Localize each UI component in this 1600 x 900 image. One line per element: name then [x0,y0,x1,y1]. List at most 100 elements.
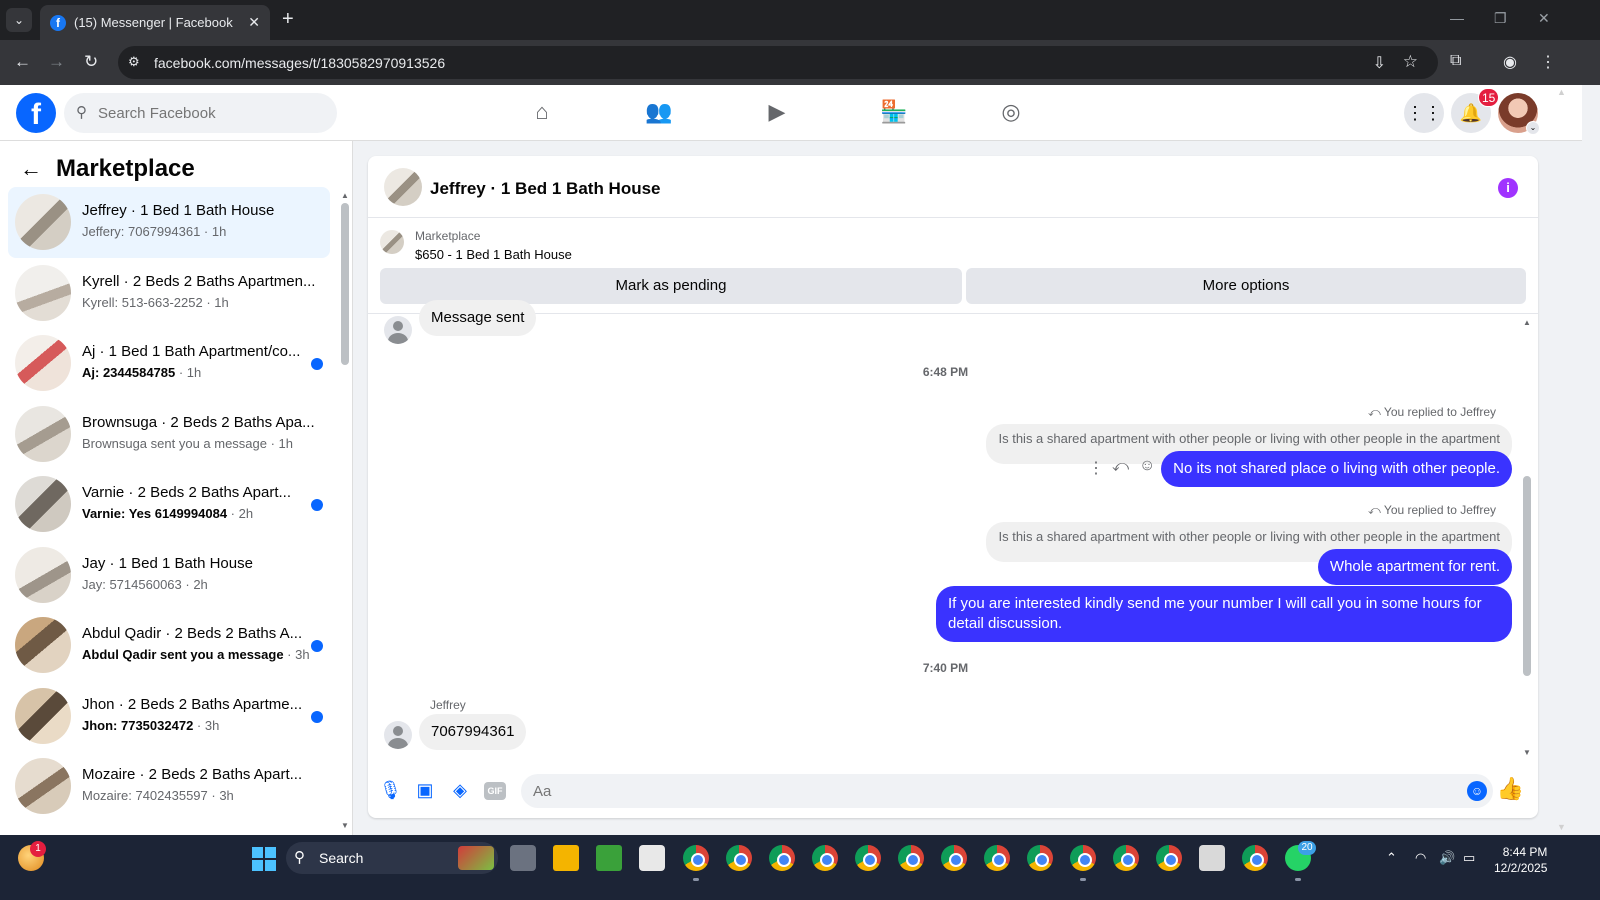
photo-attach-icon[interactable]: ▣ [414,780,436,802]
home-icon[interactable]: ⌂ [527,99,557,127]
message-bubble-incoming[interactable]: 7067994361 [419,714,527,750]
back-icon[interactable]: ← [14,52,31,72]
message-input-box[interactable]: ☺ [521,774,1493,808]
bookmark-star-icon[interactable]: ☆ [1403,52,1418,72]
start-button[interactable] [252,847,276,871]
chrome-icon[interactable] [769,845,795,871]
gif-icon[interactable]: GIF [484,782,506,800]
groups-icon[interactable]: ◎ [996,99,1026,127]
scroll-up-icon[interactable]: ▲ [1523,318,1531,327]
message-input[interactable] [533,774,1433,808]
message-bubble-outgoing[interactable]: Whole apartment for rent. [1317,549,1512,585]
forward-icon[interactable]: → [48,52,65,72]
menu-icon[interactable]: ⋮ [1540,52,1556,72]
spreadsheet-app-icon[interactable] [596,845,622,871]
message-bubble-incoming[interactable]: Message sent [419,300,537,336]
chrome-icon[interactable] [812,845,838,871]
emoji-icon[interactable]: ☺ [1467,781,1487,801]
new-tab-button[interactable]: + [282,8,294,31]
chrome-icon[interactable] [855,845,881,871]
reload-icon[interactable]: ↻ [84,52,98,72]
store-icon[interactable] [639,845,665,871]
listing-title[interactable]: $650 - 1 Bed 1 Bath House [415,247,572,262]
page-scroll-down-icon[interactable]: ▼ [1557,822,1566,832]
tab-search-button[interactable]: ⌄ [6,8,32,32]
chrome-icon[interactable] [1027,845,1053,871]
conversation-item[interactable]: Jhon · 2 Beds 2 Baths Apartme... Jhon: 77… [8,681,330,752]
file-explorer-icon[interactable] [553,845,579,871]
taskbar-clock[interactable]: 8:44 PM 12/2/2025 [1494,844,1547,876]
more-options-button[interactable]: More options [966,268,1526,304]
message-bubble-outgoing[interactable]: No its not shared place o living with ot… [1161,451,1512,487]
menu-grid-icon[interactable]: ⋮⋮ [1404,93,1444,133]
video-icon[interactable]: ▶ [762,99,792,127]
install-app-icon[interactable]: ⇩ [1373,53,1386,73]
conversation-item[interactable]: Abdul Qadir · 2 Beds 2 Baths A... Abdul Q… [8,610,330,681]
snipping-tool-icon[interactable] [1199,845,1225,871]
friends-icon[interactable]: 👥 [644,99,674,127]
task-view-icon[interactable] [510,845,536,871]
conversation-item[interactable]: Jay · 1 Bed 1 Bath House Jay: 5714560063 … [8,540,330,611]
info-icon[interactable]: i [1498,178,1518,198]
chrome-icon[interactable] [683,845,709,871]
taskbar-search[interactable]: ⚲ Search [286,842,498,874]
message-bubble-outgoing[interactable]: If you are interested kindly send me you… [936,586,1512,642]
reply-icon[interactable]: ⤺ [1112,458,1129,476]
conversation-item[interactable]: Brownsuga · 2 Beds 2 Baths Apa... Brownsu… [8,399,330,470]
chat-avatar[interactable] [384,168,422,206]
conversation-item[interactable]: Mozaire · 2 Beds 2 Baths Apart... Mozaire… [8,751,330,822]
mark-as-pending-button[interactable]: Mark as pending [380,268,962,304]
react-emoji-icon[interactable]: ☺ [1139,457,1155,475]
extensions-icon[interactable]: ⧉ [1450,52,1461,70]
snippet-time: · 1h [175,365,202,380]
scrollbar-thumb[interactable] [341,203,349,365]
volume-icon[interactable]: 🔊 [1439,850,1455,866]
marketplace-icon[interactable]: 🏪 [879,99,909,127]
facebook-search-input[interactable] [98,93,328,133]
page-scroll-up-icon[interactable]: ▲ [1557,87,1566,97]
chrome-icon[interactable] [941,845,967,871]
facebook-header: f ⚲ ⌂ 👥 ▶ 🏪 ◎ ⋮⋮ 🔔 15 ⌄ [0,85,1582,141]
conversation-item[interactable]: Kyrell · 2 Beds 2 Baths Apartmen... Kyrel… [8,258,330,329]
profile-icon[interactable]: ◉ [1503,52,1517,72]
facebook-logo-icon[interactable]: f [16,93,56,133]
site-info-icon[interactable]: ⚙ [128,54,144,70]
tray-chevron-up-icon[interactable]: ⌃ [1386,850,1397,866]
back-arrow-icon[interactable]: ← [20,156,42,182]
thumbs-up-icon[interactable]: 👍 [1497,776,1524,802]
scrollbar-thumb[interactable] [1523,476,1531,676]
minimize-button[interactable]: — [1450,10,1464,26]
sticker-icon[interactable]: ◈ [449,780,471,802]
conversation-item[interactable]: Varnie · 2 Beds 2 Baths Apart... Varnie: … [8,469,330,540]
running-indicator [1080,878,1086,881]
scroll-down-icon[interactable]: ▼ [1523,748,1531,757]
chrome-icon[interactable] [1070,845,1096,871]
chat-title[interactable]: Jeffrey · 1 Bed 1 Bath House [430,179,661,199]
chrome-icon[interactable] [726,845,752,871]
account-avatar[interactable]: ⌄ [1498,93,1540,135]
tab-close-icon[interactable]: ✕ [248,14,260,31]
conversation-item[interactable]: Jeffrey · 1 Bed 1 Bath House Jeffery: 706… [8,187,330,258]
battery-icon[interactable]: ▭ [1463,850,1475,866]
conversation-item[interactable]: Aj · 1 Bed 1 Bath Apartment/co... Aj: 234… [8,328,330,399]
chrome-icon[interactable] [1113,845,1139,871]
scroll-down-icon[interactable]: ▼ [341,821,349,830]
chrome-icon[interactable] [984,845,1010,871]
snippet-time: · 1h [200,224,227,239]
chrome-icon[interactable] [898,845,924,871]
close-window-button[interactable]: ✕ [1538,10,1550,27]
address-bar[interactable]: ⚙ facebook.com/messages/t/18305829709135… [118,46,1438,79]
chrome-icon[interactable] [1242,845,1268,871]
taskbar-search-label: Search [319,850,364,866]
listing-thumbnail[interactable] [380,230,404,254]
scroll-up-icon[interactable]: ▲ [341,191,349,200]
wifi-icon[interactable]: ◠ [1415,850,1426,866]
conversation-avatar [15,405,71,462]
conversation-name: Jeffrey · 1 Bed 1 Bath House [82,202,275,219]
maximize-button[interactable]: ❐ [1494,10,1507,27]
microphone-icon[interactable]: 🎙 [379,780,402,802]
more-actions-icon[interactable]: ⋮ [1088,458,1104,478]
facebook-search[interactable]: ⚲ [64,93,337,133]
browser-tab[interactable]: f (15) Messenger | Facebook ✕ [40,5,270,40]
chrome-icon[interactable] [1156,845,1182,871]
